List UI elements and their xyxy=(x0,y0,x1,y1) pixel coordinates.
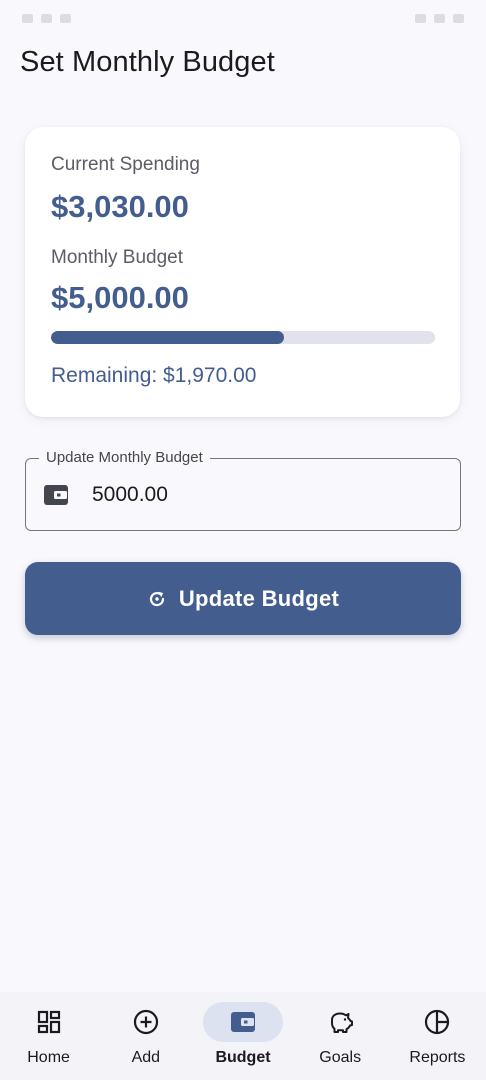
nav-item-budget[interactable]: Budget xyxy=(194,992,291,1080)
update-budget-button[interactable]: Update Budget xyxy=(25,562,461,635)
status-clock-icon xyxy=(22,13,33,23)
bottom-navigation: Home Add Budget Goals Reports xyxy=(0,992,486,1080)
nav-pill-goals xyxy=(300,1002,380,1042)
dashboard-icon xyxy=(37,1010,60,1034)
monthly-budget-label: Monthly Budget xyxy=(51,247,184,268)
update-budget-label: Update Budget xyxy=(178,585,340,611)
nav-label-goals: Goals xyxy=(319,1049,362,1066)
status-message-icon xyxy=(60,13,71,23)
budget-progress-fill xyxy=(51,331,284,344)
battery-icon xyxy=(453,13,464,23)
wallet-icon xyxy=(44,485,68,505)
nav-item-goals[interactable]: Goals xyxy=(292,992,389,1080)
nav-item-add[interactable]: Add xyxy=(97,992,194,1080)
current-spending-value: $3,030.00 xyxy=(51,189,189,224)
wallet-icon xyxy=(231,1012,255,1032)
nav-label-reports: Reports xyxy=(409,1049,466,1066)
nav-label-home: Home xyxy=(27,1049,70,1066)
nav-item-home[interactable]: Home xyxy=(0,992,97,1080)
nav-pill-add xyxy=(106,1002,186,1042)
status-notification-icon xyxy=(41,13,52,23)
add-circle-icon xyxy=(133,1009,158,1035)
monthly-budget-value: $5,000.00 xyxy=(51,280,189,315)
nav-item-reports[interactable]: Reports xyxy=(389,992,486,1080)
current-spending-label: Current Spending xyxy=(51,154,200,175)
nav-pill-reports xyxy=(397,1002,477,1042)
nav-pill-home xyxy=(9,1002,89,1042)
remaining-amount: Remaining: $1,970.00 xyxy=(51,364,257,387)
refresh-icon xyxy=(149,591,164,606)
status-left-icons xyxy=(22,13,71,23)
monthly-budget-field-label: Update Monthly Budget xyxy=(39,449,210,467)
wifi-icon xyxy=(415,13,426,23)
pie-chart-icon xyxy=(425,1009,450,1035)
page-title: Set Monthly Budget xyxy=(20,46,275,78)
status-bar xyxy=(0,0,486,36)
nav-label-add: Add xyxy=(131,1049,161,1066)
nav-label-budget: Budget xyxy=(215,1049,271,1066)
budget-summary-card: Current Spending $3,030.00 Monthly Budge… xyxy=(25,127,460,417)
status-right-icons xyxy=(415,13,464,23)
monthly-budget-input[interactable] xyxy=(92,477,432,513)
signal-icon xyxy=(434,13,445,23)
piggy-bank-icon xyxy=(331,1012,354,1033)
nav-pill-budget xyxy=(203,1002,283,1042)
budget-progress-bar xyxy=(51,331,435,344)
monthly-budget-field[interactable]: Update Monthly Budget xyxy=(25,449,461,531)
